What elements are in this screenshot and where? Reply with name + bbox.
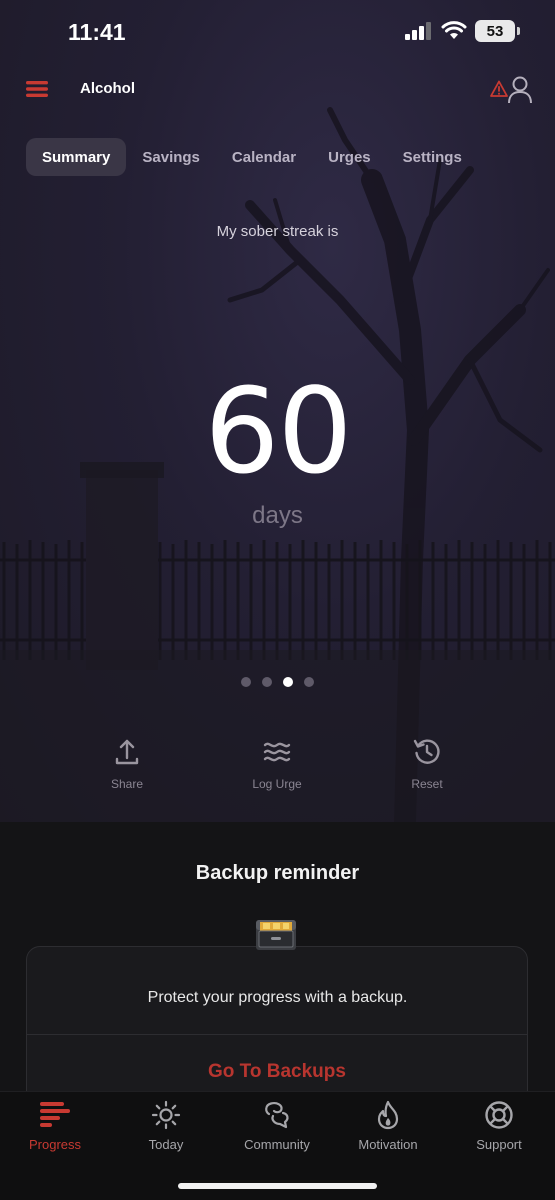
tab-urges[interactable]: Urges	[312, 138, 387, 176]
tab-calendar[interactable]: Calendar	[216, 138, 312, 176]
streak-counter: 60	[204, 362, 352, 500]
page-dot[interactable]	[262, 677, 272, 687]
status-time: 11:41	[68, 19, 126, 45]
wifi-icon	[441, 21, 467, 39]
home-indicator[interactable]	[178, 1183, 377, 1189]
log-urge-label: Log Urge	[252, 777, 302, 791]
file-cabinet-icon	[256, 920, 296, 950]
nav-progress[interactable]: Progress	[5, 1100, 105, 1154]
tab-summary[interactable]: Summary	[26, 138, 127, 176]
lifebuoy-icon	[485, 1101, 513, 1129]
hamburger-menu-icon[interactable]	[26, 79, 48, 99]
backup-message: Protect your progress with a backup.	[147, 989, 408, 1006]
page-indicator[interactable]	[0, 677, 555, 687]
page-dot[interactable]	[241, 677, 251, 687]
share-button[interactable]: Share	[72, 738, 182, 793]
flame-icon	[377, 1100, 399, 1130]
nav-motivation[interactable]: Motivation	[338, 1100, 438, 1154]
status-icons: 53	[405, 20, 520, 42]
tab-settings[interactable]: Settings	[387, 138, 478, 176]
nav-motivation-label: Motivation	[358, 1137, 418, 1152]
nav-today-label: Today	[148, 1137, 184, 1152]
page-dot[interactable]	[304, 677, 314, 687]
streak-unit: days	[252, 502, 303, 529]
status-bar: 11:41 53	[0, 0, 555, 66]
progress-bars-icon	[40, 1102, 70, 1127]
community-chat-icon	[265, 1102, 289, 1129]
quick-actions: Share Log Urge Reset	[0, 738, 555, 798]
tab-bar: Summary Savings Calendar Urges Settings	[26, 138, 478, 176]
nav-support[interactable]: Support	[449, 1100, 549, 1154]
waves-icon	[263, 742, 291, 762]
sun-icon	[151, 1100, 181, 1130]
nav-progress-label: Progress	[28, 1137, 82, 1152]
streak-caption: My sober streak is	[216, 223, 339, 240]
battery-level: 53	[486, 22, 504, 40]
nav-today[interactable]: Today	[116, 1100, 216, 1154]
share-label: Share	[110, 777, 144, 791]
top-bar: Alcohol	[0, 70, 555, 110]
battery-indicator: 53	[475, 20, 520, 42]
backup-reminder-title: Backup reminder	[195, 862, 360, 884]
cellular-signal-icon	[405, 22, 431, 40]
reset-button[interactable]: Reset	[372, 738, 482, 793]
nav-community-label: Community	[244, 1137, 310, 1152]
history-reset-icon	[413, 739, 440, 764]
reset-label: Reset	[411, 777, 443, 791]
tab-savings[interactable]: Savings	[126, 138, 216, 176]
nav-community[interactable]: Community	[227, 1100, 327, 1154]
log-urge-button[interactable]: Log Urge	[222, 738, 332, 793]
nav-support-label: Support	[476, 1137, 522, 1152]
profile-icon[interactable]	[506, 75, 532, 105]
page-dot-active[interactable]	[283, 677, 293, 687]
addiction-title[interactable]: Alcohol	[80, 80, 135, 97]
share-icon	[115, 739, 139, 765]
